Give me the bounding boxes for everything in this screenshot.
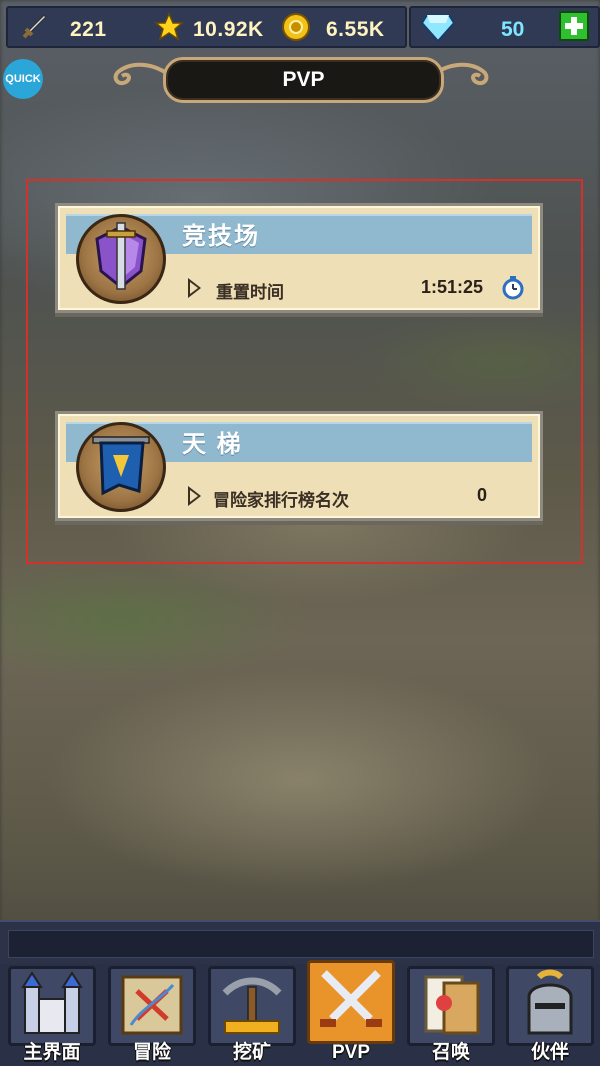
gold-coin-icon xyxy=(282,13,310,41)
sword-shield-medal-icon xyxy=(76,214,166,304)
castle-icon xyxy=(21,971,83,1034)
crossed-swords-icon xyxy=(320,970,382,1027)
reset-time-label: 重置时间 xyxy=(216,283,284,302)
gold-value: 6.55K xyxy=(326,18,385,41)
gem-bar: 50 xyxy=(409,6,600,48)
stars-value: 10.92K xyxy=(193,18,264,41)
nav-tab-pvp[interactable]: PVP xyxy=(305,960,397,1066)
nav-label-summon: 召唤 xyxy=(431,1042,470,1063)
star-icon xyxy=(154,12,184,41)
page-title: PVP xyxy=(282,68,325,91)
nav-label-pvp: PVP xyxy=(331,1042,371,1063)
ranking-label: 冒险家排行榜名次 xyxy=(213,491,349,510)
gems-value: 50 xyxy=(501,18,525,41)
map-icon xyxy=(121,975,183,1035)
banner-scroll-medal-icon xyxy=(76,422,166,512)
quick-button[interactable]: QUICK xyxy=(3,59,43,99)
resource-bar: 221 10.92K 6.55K xyxy=(6,6,407,48)
plus-icon xyxy=(565,17,583,35)
attack-value: 221 xyxy=(70,18,107,41)
quick-label: QUICK xyxy=(5,73,41,85)
nav-label-mining: 挖矿 xyxy=(232,1042,271,1063)
stopwatch-icon xyxy=(502,276,524,300)
plaque-ornament-left xyxy=(113,62,170,85)
add-gems-button[interactable] xyxy=(559,11,589,41)
nav-tab-mining[interactable]: 挖矿 xyxy=(206,966,298,1066)
reset-time-value: 1:51:25 xyxy=(421,277,484,297)
page-title-plaque: PVP xyxy=(163,57,444,103)
nav-label-home: 主界面 xyxy=(23,1042,81,1063)
ranking-value: 0 xyxy=(477,485,488,505)
bottom-nav: 主界面 冒险 挖矿 PVP 召唤 伙伴 xyxy=(0,960,600,1066)
ladder-title: 天 梯 xyxy=(182,431,243,458)
nav-label-partners: 伙伴 xyxy=(530,1042,569,1063)
knight-helmet-icon xyxy=(527,969,573,1035)
arena-title: 竞技场 xyxy=(182,223,260,250)
nav-label-adventure: 冒险 xyxy=(132,1042,171,1063)
chevron-right-icon xyxy=(188,278,201,298)
chat-ticker[interactable] xyxy=(8,930,594,958)
summon-card-icon xyxy=(424,975,480,1035)
diamond-icon xyxy=(421,14,455,43)
nav-tab-home[interactable]: 主界面 xyxy=(6,966,98,1066)
nav-tab-summon[interactable]: 召唤 xyxy=(405,966,497,1066)
chevron-right-icon xyxy=(188,486,201,506)
sword-icon xyxy=(22,13,48,39)
message-bar xyxy=(0,920,600,966)
pickaxe-icon xyxy=(222,977,282,1034)
arena-card[interactable]: 竞技场 重置时间 1:51:25 xyxy=(55,203,543,313)
nav-tab-adventure[interactable]: 冒险 xyxy=(106,966,198,1066)
ladder-card[interactable]: 天 梯 冒险家排行榜名次 0 xyxy=(55,411,543,521)
nav-tab-partners[interactable]: 伙伴 xyxy=(504,966,596,1066)
